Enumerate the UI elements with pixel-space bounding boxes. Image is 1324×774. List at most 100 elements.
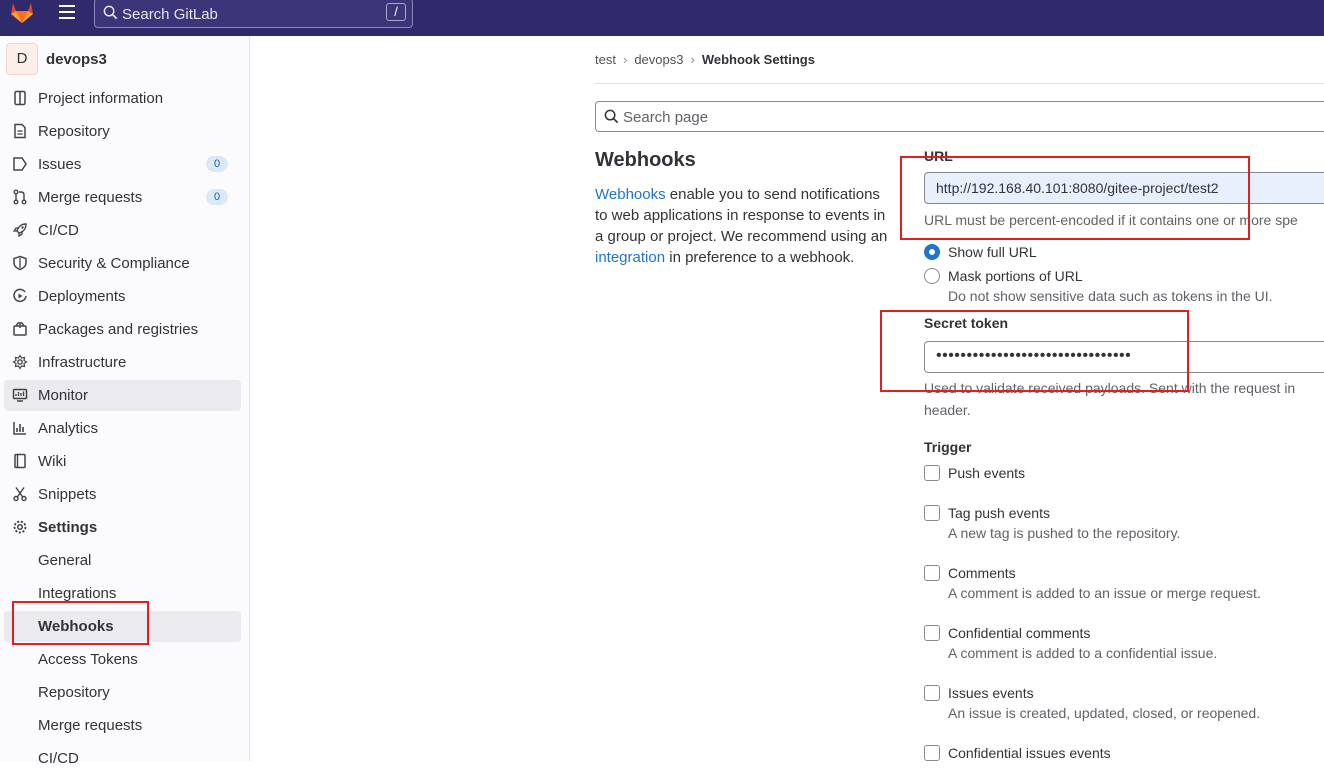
sidebar-sub-access-tokens[interactable]: Access Tokens <box>4 644 241 675</box>
project-avatar: D <box>6 43 38 75</box>
sidebar-item-monitor[interactable]: Monitor <box>4 380 241 411</box>
breadcrumb: test › devops3 › Webhook Settings <box>595 52 815 67</box>
sidebar-item-label: Snippets <box>38 486 97 503</box>
tag-push-events-help: A new tag is pushed to the repository. <box>948 525 1181 541</box>
document-icon <box>14 123 26 139</box>
tag-push-events-label[interactable]: Tag push events <box>948 505 1050 521</box>
sidebar-item-deployments[interactable]: Deployments <box>4 281 241 312</box>
webhooks-docs-link[interactable]: Webhooks <box>595 186 666 203</box>
secret-token-help-2: header. <box>924 402 971 418</box>
confidential-issues-events-checkbox[interactable] <box>924 745 940 761</box>
menu-icon[interactable] <box>59 5 75 19</box>
sidebar-item-label: Issues <box>38 156 82 173</box>
sidebar-item-cicd[interactable]: CI/CD <box>4 215 241 246</box>
search-icon <box>103 5 118 20</box>
sidebar-item-label: Packages and registries <box>38 321 199 338</box>
breadcrumb-current[interactable]: Webhook Settings <box>702 52 815 67</box>
sidebar-sub-label: CI/CD <box>38 750 79 767</box>
cloud-gear-icon <box>12 354 28 370</box>
project-name: devops3 <box>46 51 107 68</box>
sidebar-item-label: Project information <box>38 90 164 107</box>
sidebar-item-label: Repository <box>38 123 110 140</box>
show-full-url-label[interactable]: Show full URL <box>948 244 1037 260</box>
sidebar-sub-label: Access Tokens <box>38 651 138 668</box>
sidebar-item-settings[interactable]: Settings <box>4 512 241 543</box>
sidebar-item-label: Security & Compliance <box>38 255 190 272</box>
sidebar-item-infrastructure[interactable]: Infrastructure <box>4 347 241 378</box>
show-full-url-radio[interactable] <box>924 244 940 260</box>
info-icon <box>14 90 26 106</box>
sidebar-item-label: Deployments <box>38 288 126 305</box>
chart-icon <box>13 422 26 435</box>
mask-url-label[interactable]: Mask portions of URL <box>948 268 1083 284</box>
issues-events-label[interactable]: Issues events <box>948 685 1034 701</box>
issues-events-checkbox[interactable] <box>924 685 940 701</box>
comments-help: A comment is added to an issue or merge … <box>948 585 1261 601</box>
sidebar-sub-repository[interactable]: Repository <box>4 677 241 708</box>
chevron-right-icon: › <box>622 52 628 67</box>
trigger-label: Trigger <box>924 439 972 455</box>
sidebar-item-repository[interactable]: Repository <box>4 116 241 147</box>
annotation-box-secret <box>880 310 1189 392</box>
tag-push-events-checkbox[interactable] <box>924 505 940 521</box>
issues-icon <box>13 157 27 171</box>
deployments-icon <box>13 288 27 303</box>
scissors-icon <box>13 487 27 502</box>
rocket-icon <box>12 223 27 238</box>
global-search-input[interactable]: Search GitLab / <box>94 0 413 28</box>
integration-link[interactable]: integration <box>595 249 665 266</box>
confidential-comments-help: A comment is added to a confidential iss… <box>948 645 1218 661</box>
monitor-icon <box>12 388 28 402</box>
confidential-comments-label[interactable]: Confidential comments <box>948 625 1090 641</box>
sidebar-sub-general[interactable]: General <box>4 545 241 576</box>
push-events-checkbox[interactable] <box>924 465 940 481</box>
page-title: Webhooks <box>595 149 696 171</box>
book-icon <box>14 453 26 469</box>
package-icon <box>13 322 27 336</box>
mask-url-radio[interactable] <box>924 268 940 284</box>
breadcrumb-item[interactable]: test <box>595 52 616 67</box>
sidebar-item-project-information[interactable]: Project information <box>4 83 241 114</box>
sidebar-item-label: Analytics <box>38 420 99 437</box>
confidential-comments-checkbox[interactable] <box>924 625 940 641</box>
shield-icon <box>13 255 27 271</box>
merge-request-icon <box>13 189 27 205</box>
mask-url-help: Do not show sensitive data such as token… <box>948 288 1273 304</box>
sidebar-item-issues[interactable]: Issues 0 <box>4 149 241 180</box>
page-description: Webhooks enable you to send notification… <box>595 186 888 266</box>
sidebar-item-snippets[interactable]: Snippets <box>4 479 241 510</box>
breadcrumb-item[interactable]: devops3 <box>634 52 683 67</box>
gear-icon <box>13 520 27 534</box>
sidebar-item-label: Settings <box>38 519 98 536</box>
sidebar-sub-label: Integrations <box>38 585 117 602</box>
count-badge: 0 <box>206 189 228 205</box>
page-search-input[interactable]: Search page <box>595 101 1324 132</box>
sidebar-item-label: Infrastructure <box>38 354 127 371</box>
gitlab-logo-icon[interactable] <box>8 0 36 24</box>
top-navbar: Search GitLab / <box>0 0 1324 36</box>
sidebar-item-wiki[interactable]: Wiki <box>4 446 241 477</box>
sidebar-item-analytics[interactable]: Analytics <box>4 413 241 444</box>
confidential-issues-events-label[interactable]: Confidential issues events <box>948 745 1111 761</box>
sidebar-sub-label: Merge requests <box>38 717 143 734</box>
sidebar-sub-label: General <box>38 552 92 569</box>
annotation-box-url <box>900 156 1250 240</box>
sidebar-sub-cicd[interactable]: CI/CD <box>4 743 241 774</box>
count-badge: 0 <box>206 156 228 172</box>
comments-label[interactable]: Comments <box>948 565 1016 581</box>
sidebar-sub-label: Repository <box>38 684 110 701</box>
page-search-placeholder: Search page <box>623 109 709 126</box>
push-events-label[interactable]: Push events <box>948 465 1025 481</box>
search-placeholder: Search GitLab <box>122 6 218 23</box>
comments-checkbox[interactable] <box>924 565 940 581</box>
sidebar-item-label: Merge requests <box>38 189 143 206</box>
sidebar-item-packages[interactable]: Packages and registries <box>4 314 241 345</box>
sidebar-item-label: Monitor <box>38 387 89 404</box>
sidebar: D devops3 Project information Repository… <box>0 36 250 767</box>
sidebar-item-security[interactable]: Security & Compliance <box>4 248 241 279</box>
sidebar-item-merge-requests[interactable]: Merge requests 0 <box>4 182 241 213</box>
sidebar-item-label: CI/CD <box>38 222 79 239</box>
chevron-right-icon: › <box>690 52 695 67</box>
sidebar-sub-merge-requests[interactable]: Merge requests <box>4 710 241 741</box>
shortcut-key-badge: / <box>386 3 406 21</box>
